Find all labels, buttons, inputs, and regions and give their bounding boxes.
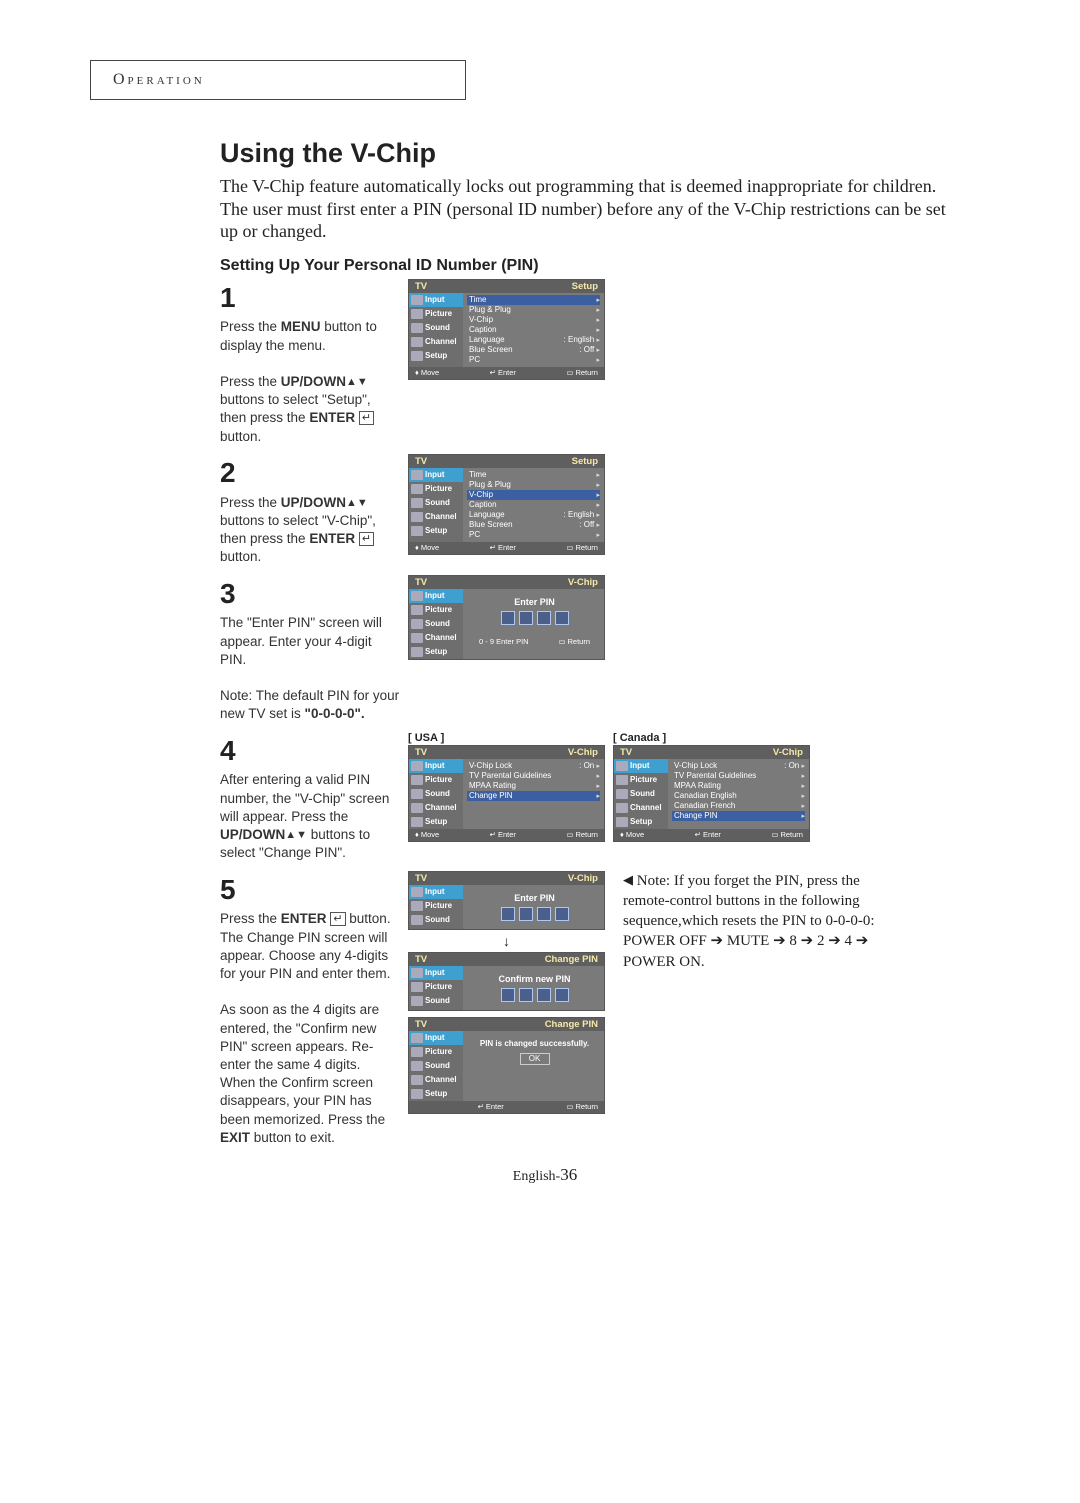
ok-button[interactable]: OK	[520, 1053, 550, 1065]
step-number: 2	[220, 454, 400, 492]
tv-setup-menu-vchip: TVSetup Input Picture Sound Channel Setu…	[408, 454, 605, 555]
pin-input[interactable]	[469, 988, 600, 1002]
step-number: 1	[220, 279, 400, 317]
enter-hint: ↵ Enter	[490, 368, 516, 377]
tv-vchip-enterpin: TVV-Chip Input Picture Sound Enter PIN	[408, 871, 605, 930]
tv-sidebar: Input Picture Sound Channel Setup	[409, 293, 463, 367]
menu-item[interactable]: V-Chip▸	[469, 315, 600, 325]
intro-text: The V-Chip feature automatically locks o…	[220, 175, 960, 243]
menu-item[interactable]: PC▸	[469, 355, 600, 365]
tv-pin-success: TVChange PIN Input Picture Sound Channel…	[408, 1017, 605, 1114]
channel-icon	[411, 337, 423, 347]
sidebar-item-setup[interactable]: Setup	[409, 349, 463, 363]
subheading: Setting Up Your Personal ID Number (PIN)	[220, 257, 1000, 275]
sidebar-item-input[interactable]: Input	[409, 293, 463, 307]
tv-setup-menu: TVSetup Input Picture Sound Channel Setu…	[408, 279, 605, 380]
enter-icon: ↵	[359, 411, 374, 425]
page-title: Using the V-Chip	[220, 138, 1000, 169]
sidebar-item-sound[interactable]: Sound	[409, 321, 463, 335]
updown-icon: ▲▼	[346, 496, 368, 511]
tv-enter-pin: TVV-Chip Input Picture Sound Channel Set…	[408, 575, 605, 660]
tv-vchip-usa: TVV-Chip Input Picture Sound Channel Set…	[408, 745, 605, 842]
menu-item[interactable]: Plug & Plug▸	[469, 305, 600, 315]
pin-input[interactable]	[469, 907, 600, 921]
tv-vchip-canada: TVV-Chip Input Picture Sound Channel Set…	[613, 745, 810, 842]
picture-icon	[411, 309, 423, 319]
menu-item[interactable]: Blue Screen: Off ▸	[469, 345, 600, 355]
menu-item[interactable]: Language: English ▸	[469, 335, 600, 345]
step-1: 1 Press the MENU button to display the m…	[220, 279, 960, 446]
sidebar-item-channel[interactable]: Channel	[409, 335, 463, 349]
enter-pin-label: Enter PIN	[469, 597, 600, 607]
tv-confirm-pin: TVChange PIN Input Picture Sound Confirm…	[408, 952, 605, 1011]
return-hint: ▭ Return	[566, 368, 598, 377]
updown-icon: ▲▼	[285, 828, 307, 843]
menu-item[interactable]: Caption▸	[469, 325, 600, 335]
sidebar-item-picture[interactable]: Picture	[409, 307, 463, 321]
step-5: 5 Press the ENTER ↵ button. The Change P…	[220, 871, 960, 1148]
step-2: 2 Press the UP/DOWN▲▼ buttons to select …	[220, 454, 960, 567]
updown-icon: ▲▼	[346, 375, 368, 390]
enter-icon: ↵	[359, 532, 374, 546]
forgot-pin-note: ◀ Note: If you forget the PIN, press the…	[623, 871, 903, 972]
enter-icon: ↵	[330, 912, 345, 926]
pin-input[interactable]	[469, 611, 600, 625]
step-3: 3 The "Enter PIN" screen will appear. En…	[220, 575, 960, 724]
input-icon	[411, 295, 423, 305]
page-number: English-36	[90, 1165, 1000, 1185]
note-arrow-icon: ◀	[623, 872, 633, 887]
move-hint: ♦ Move	[415, 368, 439, 377]
section-header: Operation	[90, 60, 466, 100]
step-4: 4 After entering a valid PIN number, the…	[220, 732, 960, 863]
sound-icon	[411, 323, 423, 333]
menu-item[interactable]: Time▸	[467, 295, 600, 305]
down-arrow-icon: ↓	[408, 936, 605, 946]
setup-icon	[411, 351, 423, 361]
